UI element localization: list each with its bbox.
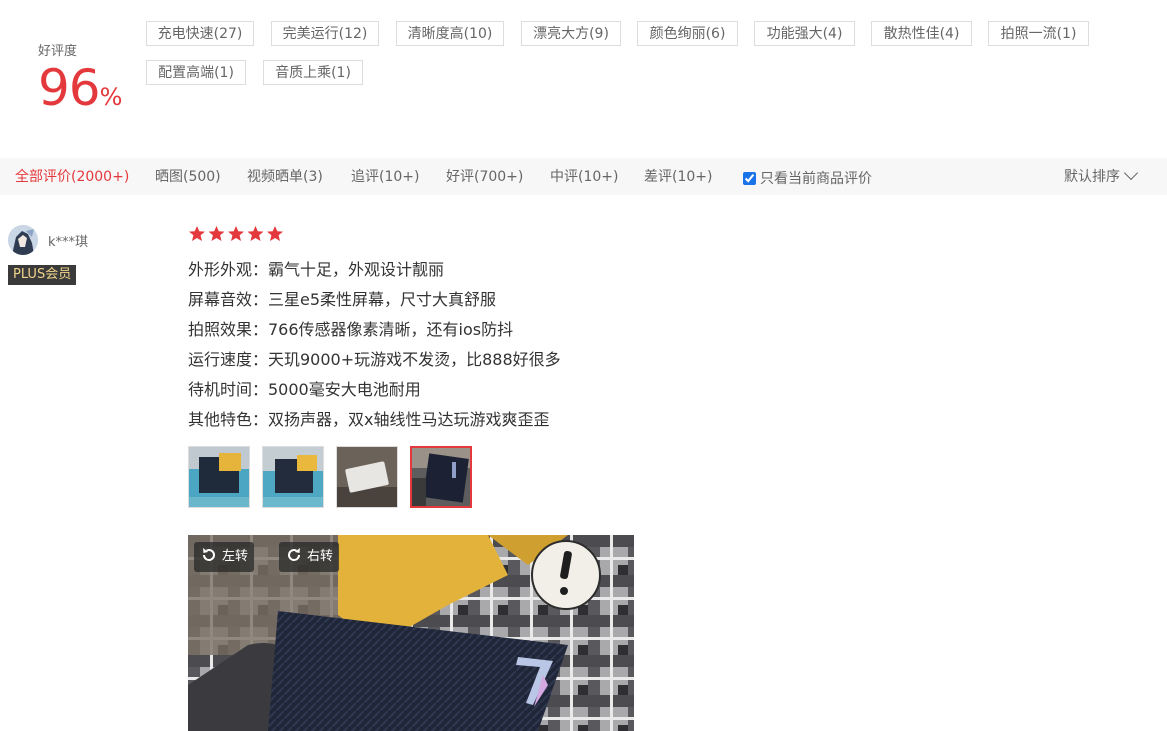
rating-percent-sign: %: [99, 83, 123, 111]
review-line: 拍照效果：766传感器像素清晰，还有ios防抖: [188, 320, 514, 339]
star-icon: [247, 226, 264, 241]
review-line: 待机时间：5000毫安大电池耐用: [188, 380, 421, 399]
sort-dropdown[interactable]: 默认排序: [1064, 158, 1139, 197]
review-tag[interactable]: 功能强大(4): [754, 21, 855, 46]
rotate-left-button[interactable]: 左转: [194, 542, 255, 572]
review-photo-preview[interactable]: 左转 右转: [188, 535, 634, 731]
star-icon: [267, 226, 283, 241]
tab-photos[interactable]: 晒图(500): [155, 158, 221, 197]
rotate-left-icon: [202, 548, 215, 561]
tab-negative[interactable]: 差评(10+): [644, 158, 712, 197]
photo-thumbnail-selected[interactable]: [410, 446, 472, 508]
only-current-product-filter[interactable]: 只看当前商品评价: [743, 168, 872, 188]
review-filter-bar: 全部评价(2000+) 晒图(500) 视频晒单(3) 追评(10+) 好评(7…: [0, 158, 1167, 195]
photo-thumbnail[interactable]: [188, 446, 250, 508]
review-tag[interactable]: 拍照一流(1): [988, 21, 1089, 46]
avatar-icon: [8, 225, 38, 255]
avatar[interactable]: [8, 225, 38, 255]
reviewer-name: k***琪: [48, 235, 89, 250]
review-tag[interactable]: 颜色绚丽(6): [637, 21, 738, 46]
review-tag[interactable]: 充电快速(27): [146, 21, 254, 46]
chevron-down-icon: [1123, 165, 1139, 181]
tab-all-reviews[interactable]: 全部评价(2000+): [15, 158, 129, 197]
review-tag[interactable]: 完美运行(12): [271, 21, 379, 46]
star-icon: [189, 226, 205, 241]
only-current-label: 只看当前商品评价: [760, 171, 872, 187]
rating-summary: 好评度 96%: [38, 40, 122, 116]
rating-number: 96: [38, 59, 101, 117]
rotate-right-label: 右转: [307, 549, 334, 564]
rating-value: 96%: [38, 60, 122, 116]
review-content: 外形外观：霸气十足，外观设计靓丽 屏幕音效：三星e5柔性屏幕，尺寸大真舒服 拍照…: [188, 255, 561, 435]
star-icon: [208, 226, 225, 241]
rotate-right-button[interactable]: 右转: [279, 542, 340, 572]
review-line: 其他特色：双扬声器，双x轴线性马达玩游戏爽歪歪: [188, 410, 550, 429]
review-tag[interactable]: 音质上乘(1): [263, 60, 363, 85]
review-line: 运行速度：天玑9000+玩游戏不发烫，比888好很多: [188, 350, 561, 369]
only-current-checkbox[interactable]: [743, 172, 756, 185]
review-tag[interactable]: 清晰度高(10): [396, 21, 504, 46]
star-icon: [228, 226, 244, 241]
tab-positive[interactable]: 好评(700+): [446, 158, 523, 197]
star-rating: [188, 225, 284, 247]
tab-neutral[interactable]: 中评(10+): [550, 158, 618, 197]
sort-label: 默认排序: [1064, 169, 1120, 185]
photo-thumbnail[interactable]: [336, 446, 398, 508]
photo-thumbnail[interactable]: [262, 446, 324, 508]
tab-followup[interactable]: 追评(10+): [351, 158, 419, 197]
review-tag[interactable]: 配置高端(1): [146, 60, 246, 85]
rotate-left-label: 左转: [222, 549, 249, 564]
tab-videos[interactable]: 视频晒单(3): [247, 158, 323, 197]
rotate-right-icon: [288, 548, 301, 561]
review-line: 屏幕音效：三星e5柔性屏幕，尺寸大真舒服: [188, 290, 497, 309]
review-line: 外形外观：霸气十足，外观设计靓丽: [188, 260, 445, 279]
review-tag[interactable]: 散热性佳(4): [871, 21, 972, 46]
preview-image: [188, 535, 634, 731]
plus-member-badge: PLUS会员: [8, 265, 77, 285]
rating-label: 好评度: [38, 44, 78, 59]
review-tag[interactable]: 漂亮大方(9): [521, 21, 621, 46]
